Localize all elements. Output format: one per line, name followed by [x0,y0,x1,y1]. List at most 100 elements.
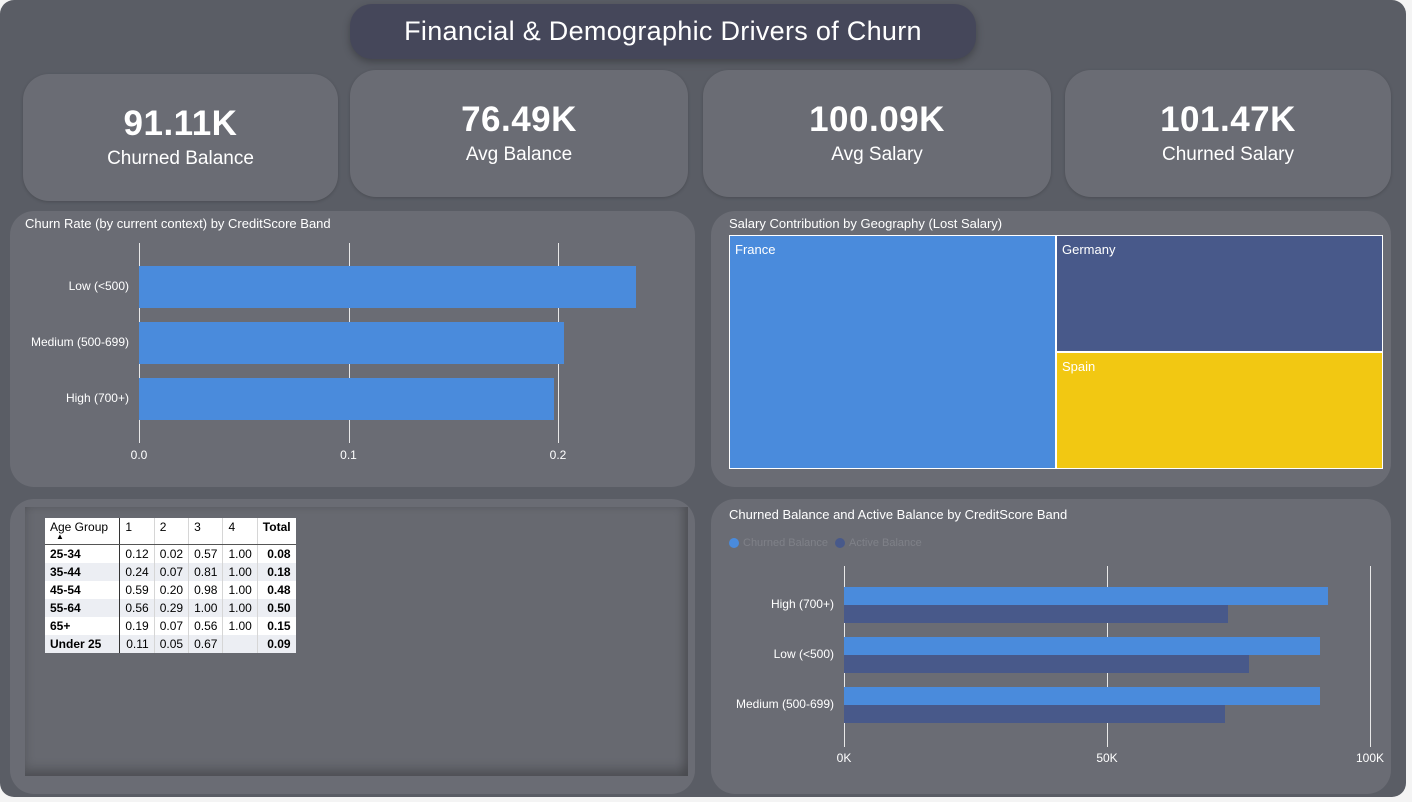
table-row[interactable]: 35-44 0.24 0.07 0.81 1.00 0.18 [45,563,296,581]
kpi-label: Avg Salary [831,143,923,165]
age-group-matrix[interactable]: Age Group ▲ 1 2 3 4 Total 25-34 0.12 0.02 0… [45,518,296,653]
chart-title: Churn Rate (by current context) by Credi… [25,216,331,231]
table-cell: 0.57 [188,544,224,563]
balance-by-band-chart[interactable]: Churned Balance and Active Balance by Cr… [711,499,1391,794]
matrix-header[interactable]: 4 [222,518,258,545]
table-cell: 0.98 [188,581,224,599]
row-header-cell: Under 25 [45,635,121,653]
legend-dot-icon [729,538,739,548]
table-cell: 0.07 [154,617,190,635]
total-cell: 0.48 [267,583,291,597]
y-tick-label: High (700+) [770,597,834,611]
gridline [1370,566,1371,747]
x-tick-label: 0.1 [340,448,357,462]
treemap-label: Germany [1062,242,1116,257]
bar[interactable] [844,655,1250,673]
bar[interactable] [139,266,636,308]
bar[interactable] [844,637,1321,655]
total-cell: 0.18 [257,563,296,581]
table-row[interactable]: 45-54 0.59 0.20 0.98 1.00 0.48 [45,581,296,599]
table-cell: 0.07 [154,563,190,581]
matrix-header[interactable]: Age Group ▲ [45,518,121,545]
table-cell: 0.24 [119,563,155,581]
y-tick-label: Low (<500) [773,647,834,661]
x-tick-label: 0.0 [130,448,148,462]
salary-treemap[interactable]: Salary Contribution by Geography (Lost S… [711,211,1391,487]
x-tick-label: 0K [836,751,852,765]
churn-rate-chart[interactable]: Churn Rate (by current context) by Credi… [10,211,695,487]
table-cell: 1.00 [222,581,258,599]
legend-item: Active Balance [835,537,922,549]
kpi-label: Avg Balance [465,143,573,165]
bar[interactable] [139,322,565,364]
table-row[interactable]: 65+ 0.19 0.07 0.56 1.00 0.15 [45,617,296,635]
matrix-header[interactable]: 2 [154,518,190,545]
dashboard-title: Financial & Demographic Drivers of Churn [350,4,976,59]
legend-label: Active Balance [849,537,922,549]
x-tick-label: 50K [1096,751,1118,765]
y-tick-label: Low (<500) [68,279,129,293]
y-tick-label: High (700+) [65,391,129,405]
kpi-label: Churned Salary [1161,143,1295,165]
table-cell: 0.59 [119,581,155,599]
total-cell: 0.09 [257,635,296,653]
treemap-label: France [735,242,776,257]
bar[interactable] [844,605,1228,623]
y-tick-label: Medium (500-699) [735,697,834,711]
table-cell: 0.12 [119,544,155,563]
row-header-cell: 55-64 [45,599,121,617]
table-row[interactable]: Under 25 0.11 0.05 0.67 0.09 [45,635,296,653]
table-cell: 0.05 [154,635,190,653]
table-cell: 1.00 [188,599,224,617]
table-row[interactable]: 55-64 0.56 0.29 1.00 1.00 0.50 [45,599,296,617]
treemap-node-france[interactable]: France [729,235,1056,469]
treemap-label: Spain [1062,359,1096,374]
table-cell: 1.00 [222,617,258,635]
table-cell: 0.67 [188,635,224,653]
sort-up-icon[interactable]: ▲ [56,533,109,541]
table-cell [222,635,258,653]
bar[interactable] [844,587,1328,605]
kpi-label: Churned Balance [107,147,254,169]
matrix-header-row: Age Group ▲ 1 2 3 4 Total [45,518,296,545]
row-header-cell: 25-34 [45,544,121,563]
x-tick-label: 0.2 [549,448,567,462]
table-cell: 0.56 [119,599,155,617]
kpi-card-avg-salary[interactable]: 100.09K Avg Salary [703,70,1051,197]
bar[interactable] [844,687,1321,705]
legend-label: Churned Balance [743,537,829,549]
table-cell: 0.56 [188,617,224,635]
kpi-card-churned-balance[interactable]: 91.11K Churned Balance [23,74,338,201]
kpi-value: 76.49K [461,99,577,139]
total-cell: 0.15 [267,619,291,633]
age-group-matrix-panel: Age Group ▲ 1 2 3 4 Total 25-34 0.12 0.02 0… [10,499,695,794]
table-cell: 0.81 [188,563,224,581]
kpi-card-churned-salary[interactable]: 101.47K Churned Salary [1065,70,1391,197]
row-header-cell: 65+ [45,617,121,635]
table-cell: 0.29 [154,599,190,617]
matrix-header[interactable]: 3 [188,518,224,545]
y-tick-label: Medium (500-699) [30,335,129,349]
kpi-card-avg-balance[interactable]: 76.49K Avg Balance [350,70,688,197]
treemap-node-spain[interactable]: Spain [1056,352,1383,469]
table-cell: 0.19 [119,617,155,635]
table-cell: 1.00 [222,563,258,581]
row-header-cell: 45-54 [45,581,121,599]
x-tick-label: 100K [1355,751,1385,765]
table-cell: 1.00 [222,544,258,563]
treemap-node-germany[interactable]: Germany [1056,235,1383,352]
bar[interactable] [844,705,1226,723]
dashboard-canvas: Financial & Demographic Drivers of Churn… [0,0,1406,797]
kpi-value: 91.11K [123,103,238,143]
kpi-value: 100.09K [809,99,945,139]
legend-dot-icon [835,538,845,548]
total-cell: 0.50 [257,599,296,617]
table-cell: 0.11 [119,635,155,653]
row-header-cell: 35-44 [45,563,121,581]
kpi-value: 101.47K [1160,99,1296,139]
bar[interactable] [139,378,554,420]
chart-title: Churned Balance and Active Balance by Cr… [729,507,1068,522]
matrix-header[interactable]: Total [257,518,296,545]
matrix-header[interactable]: 1 [119,518,155,545]
table-row[interactable]: 25-34 0.12 0.02 0.57 1.00 0.08 [45,544,296,563]
